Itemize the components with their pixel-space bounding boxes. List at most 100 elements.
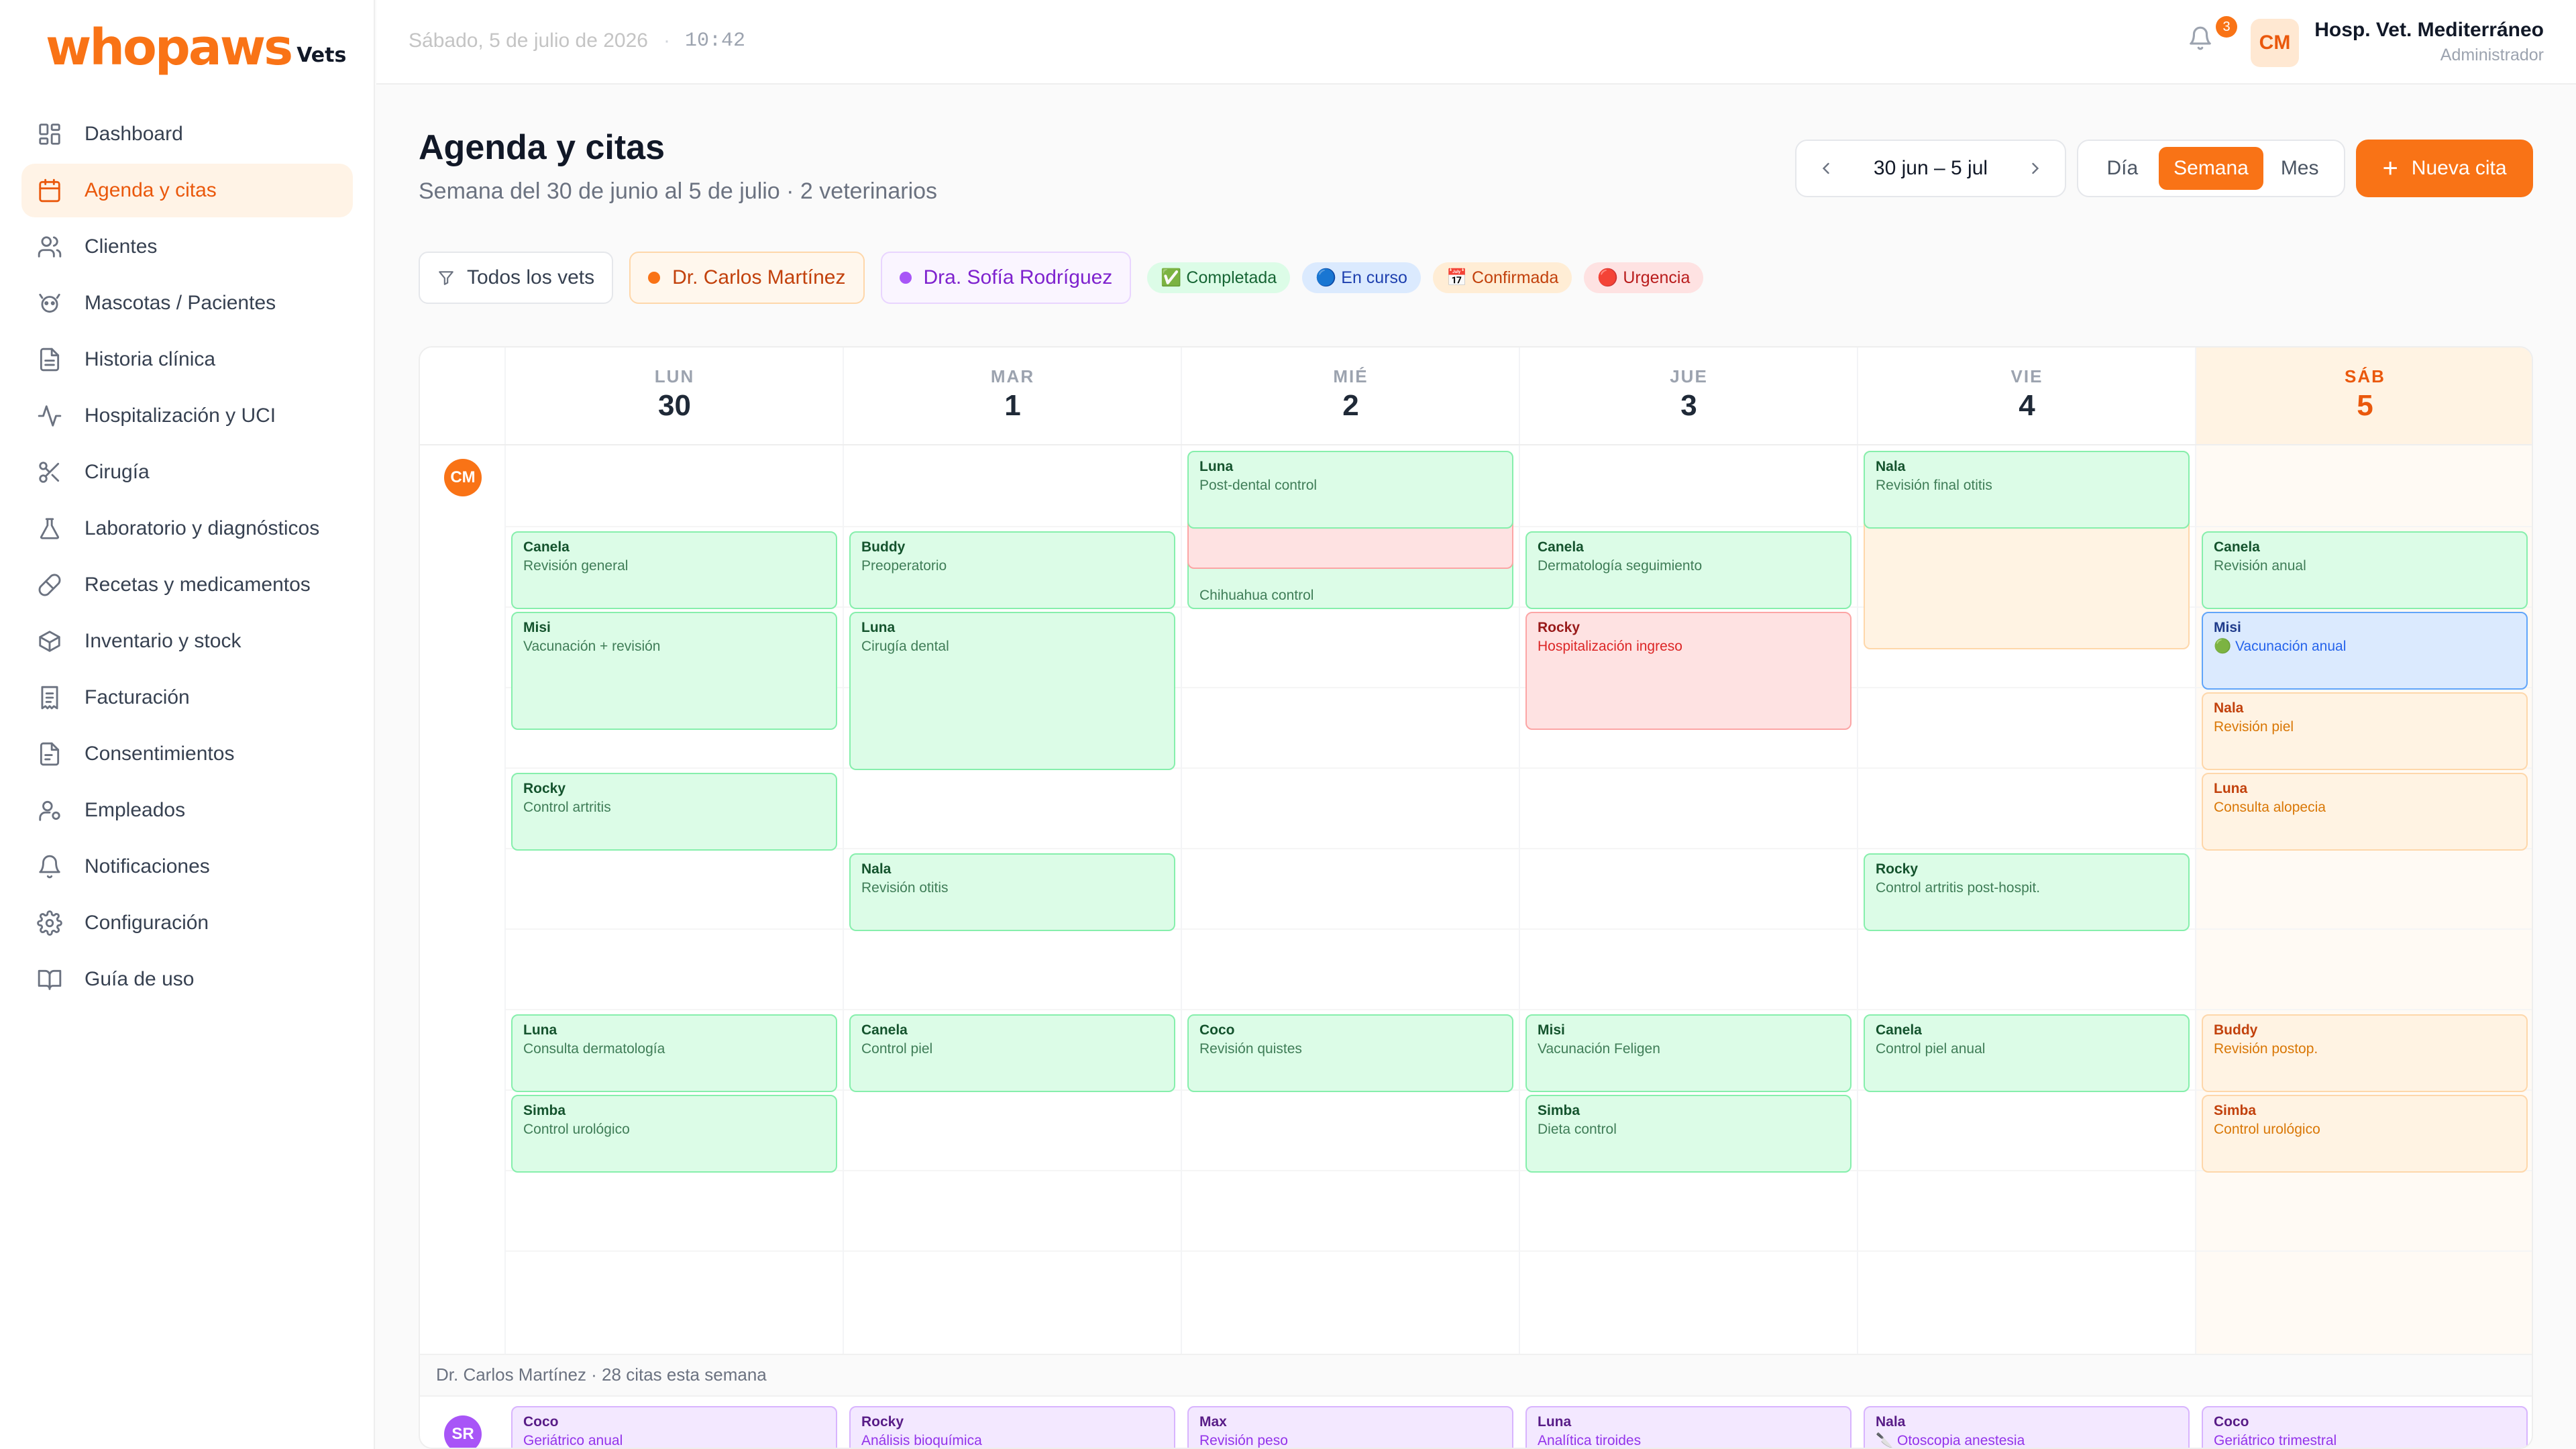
plus-icon: + xyxy=(2382,154,2398,183)
appointment-pet: Rocky xyxy=(861,1414,904,1430)
appointment-reason: Revisión peso xyxy=(1199,1433,1288,1448)
org-name: Hosp. Vet. Mediterráneo xyxy=(2314,19,2544,41)
appointment-card[interactable]: Coco Geriátrico anual xyxy=(511,1406,837,1448)
appointment-card[interactable]: Simba Control urológico xyxy=(2202,1095,2528,1173)
new-appointment-button[interactable]: + Nueva cita xyxy=(2356,140,2533,197)
day-header[interactable]: MAR 1 xyxy=(844,347,1181,444)
appointment-reason: Revisión quistes xyxy=(1199,1041,1302,1057)
appointment-reason: Post-dental control xyxy=(1199,478,1318,493)
filter-vet-carlos[interactable]: Dr. Carlos Martínez xyxy=(629,252,865,304)
vet-avatar[interactable]: SR xyxy=(444,1415,482,1448)
appointment-card[interactable]: Rocky Control artritis post-hospit. xyxy=(1864,853,2190,931)
document-icon xyxy=(36,741,63,767)
sidebar-item-dashboard[interactable]: Dashboard xyxy=(21,107,353,161)
day-column-divider xyxy=(504,347,506,1354)
appointment-card[interactable]: Nala 🔪 Otoscopia anestesia xyxy=(1864,1406,2190,1448)
sidebar-item-historia-clinica[interactable]: Historia clínica xyxy=(21,333,353,386)
avatar[interactable]: CM xyxy=(2251,19,2299,67)
sidebar-item-label: Notificaciones xyxy=(85,855,210,877)
appointment-card[interactable]: Luna Post-dental control xyxy=(1187,451,1513,529)
appointment-card[interactable]: Coco Revisión quistes xyxy=(1187,1014,1513,1092)
appointment-pet: Simba xyxy=(523,1103,566,1118)
appointment-card[interactable]: Misi 🟢 Vacunación anual xyxy=(2202,612,2528,690)
view-day-button[interactable]: Día xyxy=(2086,147,2159,190)
appointment-reason: Preoperatorio xyxy=(861,558,947,574)
appointment-card[interactable]: Luna Analítica tiroides xyxy=(1525,1406,1851,1448)
date-time-separator: · xyxy=(663,30,670,52)
sidebar-item-inventario-y-stock[interactable]: Inventario y stock xyxy=(21,614,353,668)
status-legend: ✅ Completada 🔵 En curso 📅 Confirmada 🔴 Urge… xyxy=(1147,262,1715,293)
sidebar-item-clientes[interactable]: Clientes xyxy=(21,220,353,274)
status-legend-item: 📅 Confirmada xyxy=(1432,262,1572,293)
appointment-card[interactable]: Buddy Revisión postop. xyxy=(2202,1014,2528,1092)
sidebar-item-guia-de-uso[interactable]: Guía de uso xyxy=(21,953,353,1006)
status-legend-item: 🔵 En curso xyxy=(1302,262,1421,293)
appointment-card[interactable]: Canela Control piel xyxy=(849,1014,1175,1092)
appointment-card[interactable]: Canela Revisión anual xyxy=(2202,531,2528,609)
sidebar-item-recetas-y-medicamentos[interactable]: Recetas y medicamentos xyxy=(21,558,353,612)
new-appointment-label: Nueva cita xyxy=(2411,157,2507,179)
sidebar-item-consentimientos[interactable]: Consentimientos xyxy=(21,727,353,781)
appointment-pet: Rocky xyxy=(1538,620,1580,635)
day-number: 5 xyxy=(2357,389,2373,422)
appointment-card[interactable]: Simba Dieta control xyxy=(1525,1095,1851,1173)
appointment-card[interactable]: Buddy Preoperatorio xyxy=(849,531,1175,609)
appointment-card[interactable]: Misi Vacunación Feligen xyxy=(1525,1014,1851,1092)
sidebar-item-mascotas-pacientes[interactable]: Mascotas / Pacientes xyxy=(21,276,353,330)
day-number: 2 xyxy=(1342,389,1359,422)
view-month-button[interactable]: Mes xyxy=(2263,147,2336,190)
appointment-pet: Coco xyxy=(2214,1414,2249,1430)
next-week-button[interactable] xyxy=(2022,155,2049,182)
sidebar-item-facturacion[interactable]: Facturación xyxy=(21,671,353,724)
appointment-card[interactable]: Canela Dermatología seguimiento xyxy=(1525,531,1851,609)
scissors-icon xyxy=(36,459,63,486)
brand-logo[interactable]: whopaws Vets xyxy=(46,23,346,72)
sidebar-item-agenda-y-citas[interactable]: Agenda y citas xyxy=(21,164,353,217)
appointment-card[interactable]: Misi Vacunación + revisión xyxy=(511,612,837,730)
appointment-pet: Canela xyxy=(523,539,570,555)
topbar: Sábado, 5 de julio de 2026 · 10:42 3 CM … xyxy=(376,0,2576,85)
appointment-card[interactable]: Canela Revisión general xyxy=(511,531,837,609)
appointment-pet: Luna xyxy=(861,620,896,635)
appointment-card[interactable]: Rocky Control artritis xyxy=(511,773,837,851)
appointment-card[interactable]: Luna Consulta dermatología xyxy=(511,1014,837,1092)
appointment-card[interactable]: Max Revisión peso xyxy=(1187,1406,1513,1448)
day-header[interactable]: LUN 30 xyxy=(506,347,843,444)
appointment-pet: Misi xyxy=(2214,620,2241,635)
appointment-card[interactable]: Rocky Hospitalización ingreso xyxy=(1525,612,1851,730)
sidebar-item-hospitalizacion-y-uci[interactable]: Hospitalización y UCI xyxy=(21,389,353,443)
appointment-card[interactable]: Rocky Análisis bioquímica xyxy=(849,1406,1175,1448)
sidebar-item-configuracion[interactable]: Configuración xyxy=(21,896,353,950)
appointment-card[interactable]: Nala Revisión final otitis xyxy=(1864,451,2190,529)
appointment-card[interactable]: Luna Cirugía dental xyxy=(849,612,1175,770)
day-column-divider xyxy=(843,347,844,1354)
appointment-card[interactable]: Nala Revisión otitis xyxy=(849,853,1175,931)
dashboard-icon xyxy=(36,121,63,148)
filter-vet-sofia[interactable]: Dra. Sofía Rodríguez xyxy=(880,252,1132,304)
appointment-reason: 🟢 Vacunación anual xyxy=(2214,639,2347,654)
appointment-reason: Revisión piel xyxy=(2214,719,2294,735)
day-number: 1 xyxy=(1004,389,1021,422)
vet-avatar[interactable]: CM xyxy=(444,459,482,496)
view-week-button[interactable]: Semana xyxy=(2158,147,2264,190)
prev-week-button[interactable] xyxy=(1813,155,1839,182)
sidebar-item-laboratorio-y-diagnosticos[interactable]: Laboratorio y diagnósticos xyxy=(21,502,353,555)
brand-name: whopaws xyxy=(46,19,293,76)
filter-all-vets[interactable]: Todos los vets xyxy=(419,252,614,304)
sidebar-item-notificaciones[interactable]: Notificaciones xyxy=(21,840,353,894)
appointment-reason: Análisis bioquímica xyxy=(861,1433,982,1448)
appointment-card[interactable]: Luna Consulta alopecia xyxy=(2202,773,2528,851)
appointment-reason: Geriátrico trimestral xyxy=(2214,1433,2337,1448)
notifications-button[interactable] xyxy=(2188,25,2218,56)
day-header[interactable]: SÁB 5 xyxy=(2196,347,2532,444)
appointment-pet: Nala xyxy=(1876,1414,1906,1430)
day-header[interactable]: MIÉ 2 xyxy=(1182,347,1519,444)
appointment-card[interactable]: Coco Geriátrico trimestral xyxy=(2202,1406,2528,1448)
appointment-card[interactable]: Simba Control urológico xyxy=(511,1095,837,1173)
sidebar-item-empleados[interactable]: Empleados xyxy=(21,784,353,837)
appointment-card[interactable]: Canela Control piel anual xyxy=(1864,1014,2190,1092)
day-header[interactable]: JUE 3 xyxy=(1520,347,1858,444)
sidebar-item-cirugia[interactable]: Cirugía xyxy=(21,445,353,499)
day-header[interactable]: VIE 4 xyxy=(1858,347,2196,444)
appointment-card[interactable]: Nala Revisión piel xyxy=(2202,692,2528,770)
